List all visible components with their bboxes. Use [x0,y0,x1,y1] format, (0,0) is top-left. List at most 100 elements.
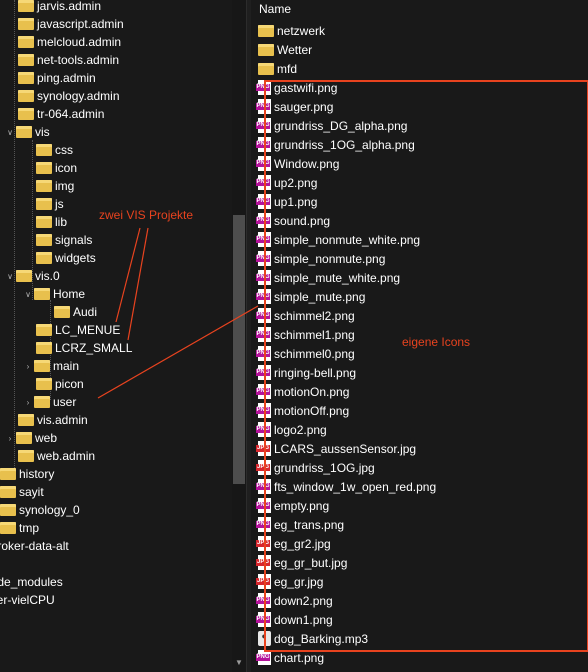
png-file-icon: PNG [256,308,271,323]
tree-item-label: synology_0 [19,503,80,517]
name-column-header[interactable]: Name [259,0,291,18]
file-list-item[interactable]: JPG eg_gr.jpg [256,573,323,591]
tree-item[interactable]: ∨ vis.0 [4,267,60,285]
png-file-icon: PNG [256,270,271,285]
tree-item[interactable]: LCRZ_SMALL [36,339,132,357]
tree-item[interactable]: LC_MENUE [36,321,120,339]
file-list-item[interactable]: JPG grundriss_1OG.jpg [256,459,375,477]
chevron-down-icon[interactable]: ∨ [4,268,16,286]
chevron-right-icon[interactable]: › [4,430,16,448]
tree-item[interactable]: web.admin [18,447,95,465]
folder-icon [34,396,50,408]
file-list-item[interactable]: PNG empty.png [256,497,329,515]
tree-item-label: Home [53,287,86,301]
file-list-item[interactable]: JPG eg_gr_but.jpg [256,554,347,572]
file-name: motionOff.png [274,404,350,418]
file-name: mfd [277,62,298,76]
file-list-item[interactable]: PNG logo2.png [256,421,327,439]
tree-item[interactable]: tr-064.admin [18,105,104,123]
file-list-item[interactable]: PNG eg_trans.png [256,516,344,534]
tree-item[interactable]: history [0,465,54,483]
tree-item[interactable]: › user [22,393,77,412]
file-list-item[interactable]: PNG sauger.png [256,98,334,116]
folder-icon [0,468,16,480]
file-list-item[interactable]: PNG simple_mute_white.png [256,269,400,287]
file-name: simple_mute.png [274,290,366,304]
tree-item[interactable]: css [36,141,73,159]
folder-icon [18,36,34,48]
file-type-tag: JPG [256,578,270,585]
folder-icon [36,342,52,354]
file-list-item[interactable]: PNG gastwifi.png [256,79,337,97]
file-type-tag: JPG [256,445,270,452]
tree-item[interactable]: js [36,195,64,213]
tree-item[interactable]: ∨ Home [22,285,85,303]
tree-item-label: picon [55,377,84,391]
file-list-item[interactable]: PNG down1.png [256,611,333,629]
file-name: sauger.png [274,100,334,114]
tree-item[interactable]: synology.admin [18,87,120,105]
chevron-right-icon[interactable]: › [22,394,34,412]
file-list-item[interactable]: PNG schimmel1.png [256,326,355,344]
tree-item[interactable]: Audi [54,303,97,321]
file-list-item[interactable]: PNG down2.png [256,592,333,610]
tree-item[interactable]: vis.admin [18,411,88,429]
folder-tree-pane[interactable]: jarvis.admin javascript.admin melcloud.adm… [0,0,232,672]
file-list-item[interactable]: PNG schimmel0.png [256,345,355,363]
file-list-item[interactable]: PNG up2.png [256,174,317,192]
tree-item[interactable]: ∨ vis [4,123,50,141]
file-list-item[interactable]: Wetter [258,41,312,59]
file-list-item[interactable]: PNG simple_nonmute.png [256,250,385,268]
file-list-item[interactable]: PNG fts_window_1w_open_red.png [256,478,436,496]
tree-item[interactable]: icon [36,159,77,177]
tree-item[interactable]: signals [36,231,92,249]
tree-item[interactable]: sayit [0,483,44,501]
file-list-item[interactable]: PNG simple_nonmute_white.png [256,231,420,249]
file-list-item[interactable]: PNG Window.png [256,155,339,173]
file-list-item[interactable]: ◖ dog_Barking.mp3 [258,630,368,648]
tree-item[interactable]: ping.admin [18,69,96,87]
png-file-icon: PNG [256,194,271,209]
tree-item[interactable]: node_modules [0,573,63,591]
png-file-icon: PNG [256,365,271,380]
file-type-tag: PNG [256,198,270,205]
file-list-item[interactable]: PNG grundriss_DG_alpha.png [256,117,407,135]
tree-item[interactable]: › web [4,429,57,447]
tree-item[interactable]: jarvis.admin [18,0,101,15]
chevron-down-icon[interactable]: ∨ [4,124,16,142]
file-type-tag: PNG [256,122,270,129]
tree-item[interactable]: oker-vielCPU [0,591,55,609]
file-list-item[interactable]: JPG eg_gr2.jpg [256,535,331,553]
file-list-item[interactable]: PNG chart.png [256,649,324,667]
tree-item[interactable]: melcloud.admin [18,33,121,51]
file-list-item[interactable]: PNG sound.png [256,212,330,230]
chevron-right-icon[interactable]: › [22,358,34,376]
tree-scrollbar-thumb[interactable] [233,215,245,484]
tree-item[interactable]: lib [36,213,67,231]
tree-item[interactable]: widgets [36,249,96,267]
file-list-item[interactable]: PNG simple_mute.png [256,288,366,306]
file-list-item[interactable]: PNG ringing-bell.png [256,364,356,382]
tree-item[interactable]: obroker-data-alt [0,537,69,555]
file-name: logo2.png [274,423,327,437]
file-list-item[interactable]: PNG motionOff.png [256,402,350,420]
file-type-tag: ◖ [260,631,266,641]
tree-item[interactable]: javascript.admin [18,15,124,33]
tree-item[interactable]: › main [22,357,79,375]
tree-item-label: icon [55,161,78,175]
png-file-icon: PNG [256,479,271,494]
file-list-item[interactable]: PNG schimmel2.png [256,307,355,325]
file-list-item[interactable]: PNG up1.png [256,193,317,211]
file-list-item[interactable]: PNG grundriss_1OG_alpha.png [256,136,415,154]
tree-item[interactable]: picon [36,375,84,393]
file-list-item[interactable]: JPG LCARS_aussenSensor.jpg [256,440,416,458]
tree-item[interactable]: tmp [0,519,39,537]
tree-item[interactable]: net-tools.admin [18,51,119,69]
file-list-item[interactable]: netzwerk [258,22,325,40]
file-list-item[interactable]: mfd [258,60,297,78]
chevron-down-icon[interactable]: ∨ [22,286,34,304]
file-list-item[interactable]: PNG motionOn.png [256,383,349,401]
tree-item[interactable]: img [36,177,74,195]
tree-item[interactable]: synology_0 [0,501,80,519]
scroll-down-arrow-icon[interactable]: ▼ [232,654,246,672]
